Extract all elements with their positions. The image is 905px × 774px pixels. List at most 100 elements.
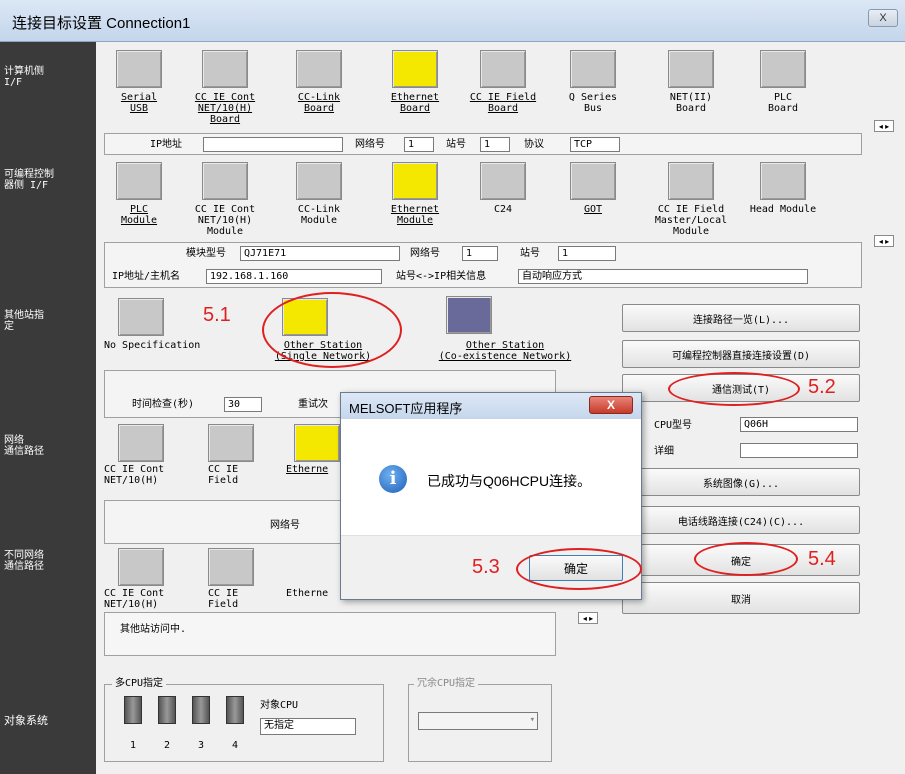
cpu-num-1: 1 — [130, 740, 137, 751]
plc-if-label-2[interactable]: CC-Link Module — [274, 204, 364, 226]
diff-route-ccie-cont-icon[interactable] — [118, 548, 164, 586]
pc-if-label-5[interactable]: Q Series Bus — [548, 92, 638, 114]
multi-cpu-legend: 多CPU指定 — [112, 678, 167, 690]
dialog-title-bar: MELSOFT应用程序 X — [341, 393, 641, 419]
redundant-cpu-select[interactable]: ▾ — [418, 712, 538, 730]
label-diff-route: 不同网络 通信路径 — [4, 550, 44, 572]
plc-if-label-5[interactable]: GOT — [548, 204, 638, 215]
net-route-ccie-cont-label[interactable]: CC IE Cont NET/10(H) — [104, 464, 184, 486]
plc-if-label-7[interactable]: Head Module — [738, 204, 828, 215]
cpu-num-2: 2 — [164, 740, 171, 751]
cpu-1-icon[interactable] — [124, 696, 142, 724]
plc-if-label-3[interactable]: Ethernet Module — [370, 204, 460, 226]
plc-if-label-4[interactable]: C24 — [458, 204, 548, 215]
cpu-4-icon[interactable] — [226, 696, 244, 724]
host-label: IP地址/主机名 — [112, 271, 181, 282]
no-spec-label[interactable]: No Specification — [104, 340, 244, 351]
model-label: 模块型号 — [186, 248, 226, 259]
net-route-ccie-cont-icon[interactable] — [118, 424, 164, 462]
plc-net-label: 网络号 — [410, 248, 440, 259]
model-input[interactable]: QJ71E71 — [240, 246, 400, 261]
plc-if-icon-0[interactable] — [116, 162, 162, 200]
window-title: 连接目标设置 Connection1 — [12, 15, 191, 32]
annotation-53: 5.3 — [472, 556, 500, 578]
pc-if-label-7[interactable]: PLC Board — [738, 92, 828, 114]
route-scroll-arrows[interactable]: ◂ ▸ — [578, 612, 598, 624]
info-icon: i — [379, 465, 407, 493]
plc-if-label-6[interactable]: CC IE Field Master/Local Module — [646, 204, 736, 237]
diff-route-ethernet-label[interactable]: Etherne — [286, 588, 346, 599]
direct-connect-button[interactable]: 可编程控制器直接连接设置(D) — [622, 340, 860, 368]
plc-if-label-1[interactable]: CC IE Cont NET/10(H) Module — [180, 204, 270, 237]
pc-if-icon-7[interactable] — [760, 50, 806, 88]
pc-if-icon-2[interactable] — [296, 50, 342, 88]
diff-route-ccie-field-icon[interactable] — [208, 548, 254, 586]
dialog-close-button[interactable]: X — [589, 396, 633, 414]
ip-address-input[interactable] — [203, 137, 343, 152]
annotation-circle-53 — [516, 548, 642, 590]
pc-if-icon-5[interactable] — [570, 50, 616, 88]
cpu-3-icon[interactable] — [192, 696, 210, 724]
plc-net-input[interactable]: 1 — [462, 246, 498, 261]
net-route-ccie-field-icon[interactable] — [208, 424, 254, 462]
net-no-label: 网络号 — [270, 520, 300, 531]
plc-if-icon-4[interactable] — [480, 162, 526, 200]
target-cpu-field: 无指定 — [260, 718, 356, 735]
net-route-ccie-field-label[interactable]: CC IE Field — [208, 464, 268, 486]
pc-if-label-1[interactable]: CC IE Cont NET/10(H) Board — [180, 92, 270, 125]
time-check-input[interactable]: 30 — [224, 397, 262, 412]
pc-if-label-0[interactable]: Serial USB — [94, 92, 184, 114]
label-plc-if: 可编程控制 器侧 I/F — [4, 169, 54, 191]
plc-if-icon-7[interactable] — [760, 162, 806, 200]
pc-if-icon-3[interactable] — [392, 50, 438, 88]
host-input[interactable]: 192.168.1.160 — [206, 269, 382, 284]
plc-if-icon-3[interactable] — [392, 162, 438, 200]
label-pc-if: 计算机侧 I/F — [4, 66, 44, 88]
net-route-ethernet-icon[interactable] — [294, 424, 340, 462]
pc-if-label-3[interactable]: Ethernet Board — [370, 92, 460, 114]
protocol-label: 协议 — [524, 139, 544, 150]
cpu-num-3: 3 — [198, 740, 205, 751]
net-route-ethernet-label[interactable]: Etherne — [286, 464, 346, 475]
label-target-system: 对象系统 — [4, 714, 48, 727]
diff-route-ccie-cont-label[interactable]: CC IE Cont NET/10(H) — [104, 588, 184, 610]
cpu-num-4: 4 — [232, 740, 239, 751]
coexist-network-icon[interactable] — [446, 296, 492, 334]
protocol-input[interactable]: TCP — [570, 137, 620, 152]
pc-if-label-2[interactable]: CC-Link Board — [274, 92, 364, 114]
plc-if-scroll-arrows[interactable]: ◂ ▸ — [874, 235, 894, 247]
close-button[interactable]: X — [868, 9, 898, 27]
assoc-input[interactable]: 自动响应方式 — [518, 269, 808, 284]
dialog-title: MELSOFT应用程序 — [349, 401, 463, 416]
chevron-down-icon: ▾ — [529, 715, 535, 725]
coexist-network-label[interactable]: Other Station (Co-existence Network) — [420, 340, 590, 362]
plc-if-icon-5[interactable] — [570, 162, 616, 200]
pc-station-label: 站号 — [446, 139, 466, 150]
plc-if-icon-2[interactable] — [296, 162, 342, 200]
pc-if-label-4[interactable]: CC IE Field Board — [458, 92, 548, 114]
plc-if-icon-1[interactable] — [202, 162, 248, 200]
annotation-circle-51 — [262, 292, 402, 368]
plc-station-label: 站号 — [520, 248, 540, 259]
pc-if-icon-6[interactable] — [668, 50, 714, 88]
pc-if-icon-0[interactable] — [116, 50, 162, 88]
pc-net-input[interactable]: 1 — [404, 137, 434, 152]
pc-if-icon-4[interactable] — [480, 50, 526, 88]
annotation-circle-52 — [668, 372, 800, 406]
pc-if-label-6[interactable]: NET(II) Board — [646, 92, 736, 114]
cpu-2-icon[interactable] — [158, 696, 176, 724]
route-list-button[interactable]: 连接路径一览(L)... — [622, 304, 860, 332]
diff-route-ccie-field-label[interactable]: CC IE Field — [208, 588, 268, 610]
phone-line-button[interactable]: 电话线路连接(C24)(C)... — [622, 506, 860, 534]
plc-if-icon-6[interactable] — [668, 162, 714, 200]
pc-if-scroll-arrows[interactable]: ◂ ▸ — [874, 120, 894, 132]
pc-if-icon-1[interactable] — [202, 50, 248, 88]
plc-if-label-0[interactable]: PLC Module — [94, 204, 184, 226]
retry-label: 重试次 — [298, 399, 328, 410]
annotation-54: 5.4 — [808, 548, 836, 570]
cancel-button[interactable]: 取消 — [622, 582, 860, 614]
pc-station-input[interactable]: 1 — [480, 137, 510, 152]
system-image-button[interactable]: 系统图像(G)... — [622, 468, 860, 496]
plc-station-input[interactable]: 1 — [558, 246, 616, 261]
no-spec-icon[interactable] — [118, 298, 164, 336]
